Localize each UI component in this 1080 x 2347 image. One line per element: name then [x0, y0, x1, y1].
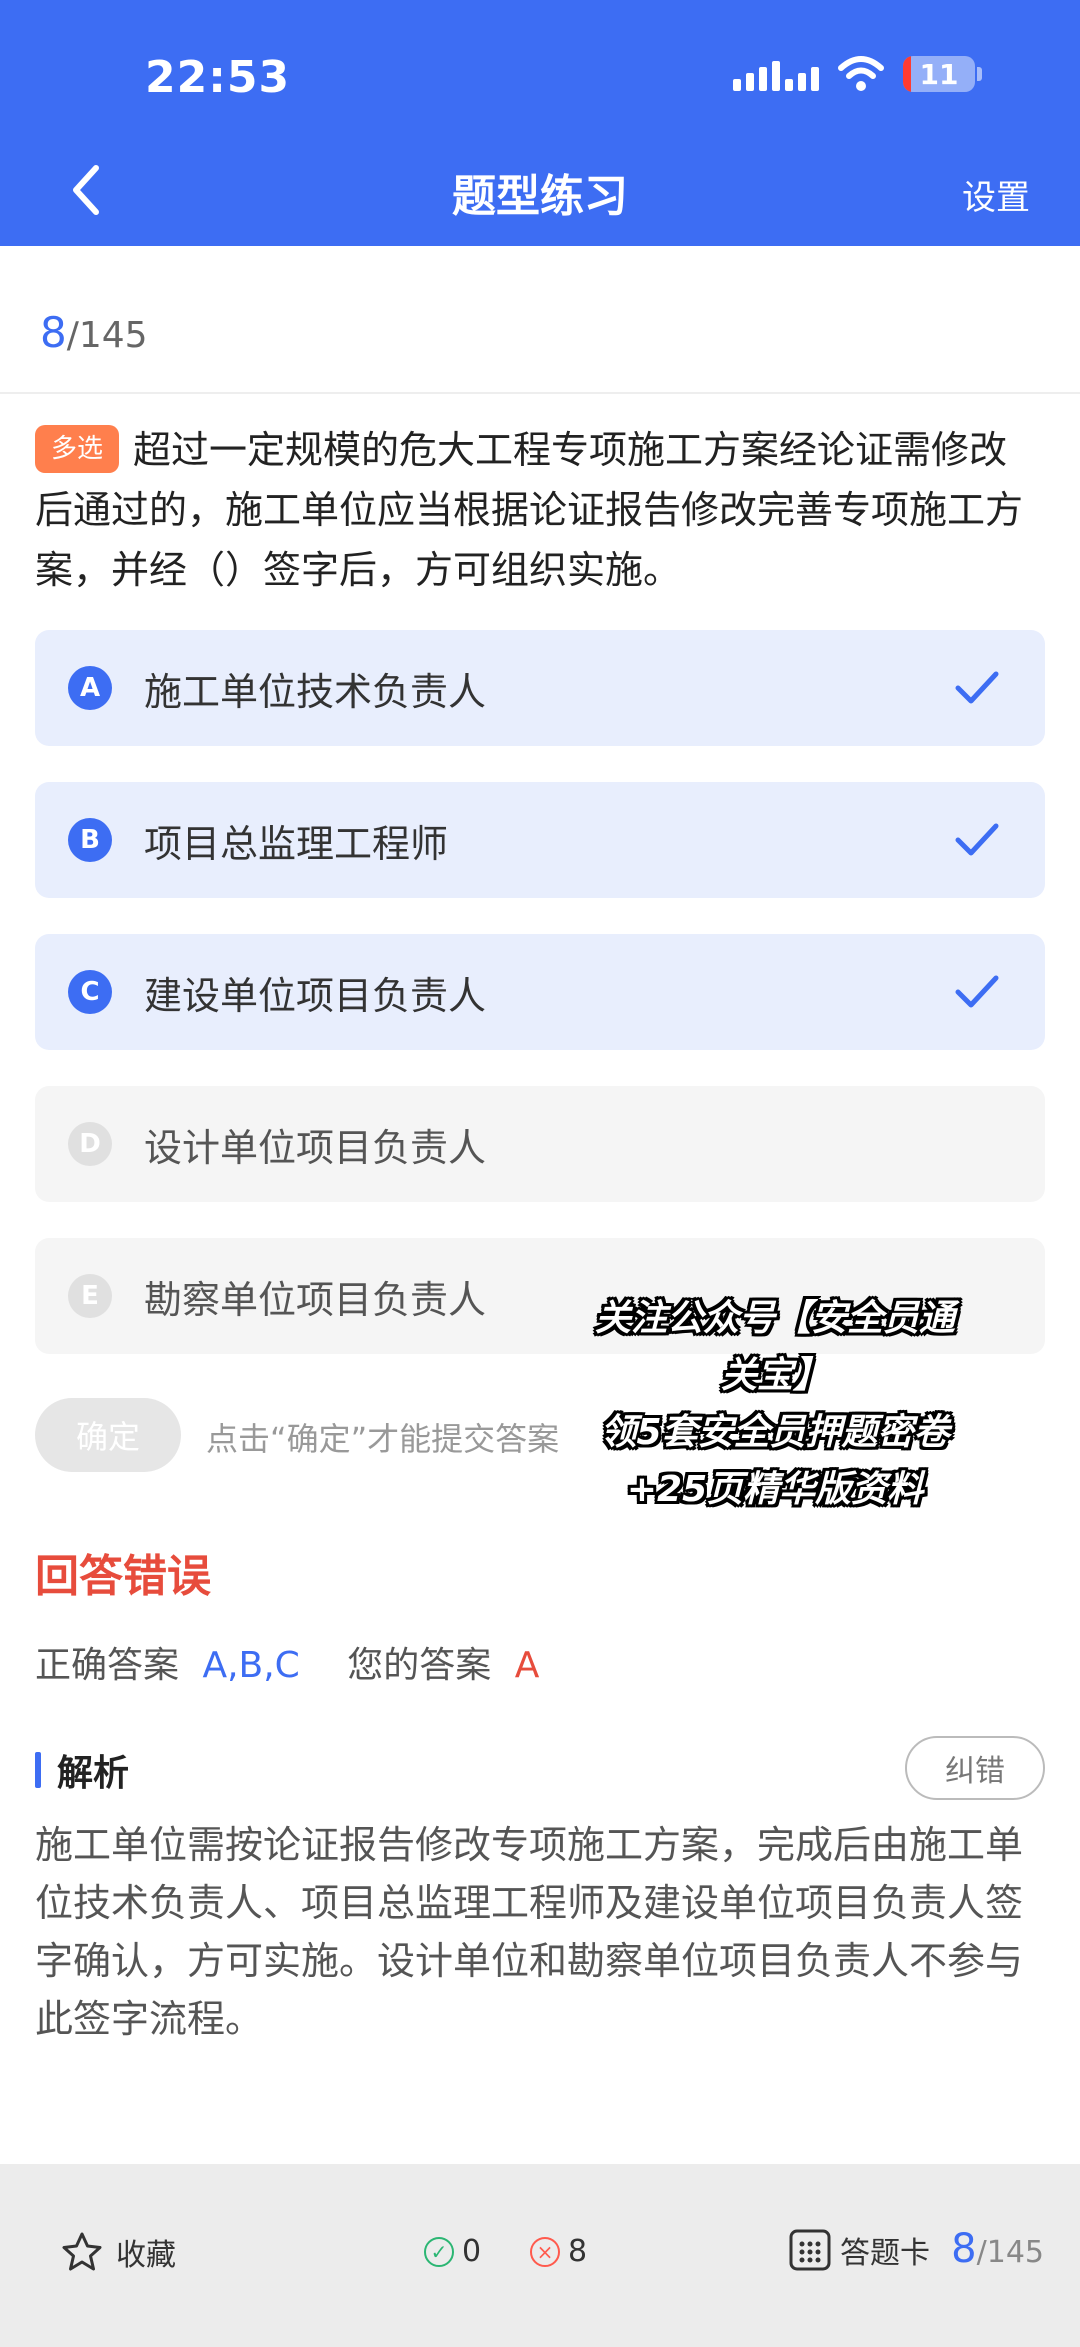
check-icon: [955, 671, 999, 704]
option-a[interactable]: A 施工单位技术负责人: [35, 630, 1045, 746]
option-b[interactable]: B 项目总监理工程师: [35, 782, 1045, 898]
bottom-progress: 8/145: [951, 2226, 1044, 2272]
option-letter: E: [68, 1274, 112, 1318]
x-circle-icon: ×: [530, 2236, 560, 2267]
analysis-header: 解析: [35, 1744, 129, 1796]
cellular-signal-icon: [733, 57, 819, 91]
option-label: 设计单位项目负责人: [144, 1125, 487, 1170]
correct-answer-label: 正确答案: [35, 1645, 180, 1686]
option-c[interactable]: C 建设单位项目负责人: [35, 934, 1045, 1050]
option-letter: A: [68, 666, 112, 710]
analysis-text: 施工单位需按论证报告修改专项施工方案，完成后由施工单位技术负责人、项目总监理工程…: [35, 1823, 1024, 2041]
promo-line: 领5套安全员押题密卷: [600, 1412, 950, 1453]
check-icon: [955, 823, 999, 856]
option-label: 勘察单位项目负责人: [144, 1277, 487, 1322]
bottom-progress-current: 8: [951, 2226, 977, 2272]
answer-card-label: 答题卡: [840, 2236, 930, 2271]
question-text: 超过一定规模的危大工程专项施工方案经论证需修改后通过的，施工单位应当根据论证报告…: [35, 428, 1024, 592]
wifi-icon: [838, 56, 884, 91]
option-letter: D: [68, 1122, 112, 1166]
confirm-button[interactable]: 确定: [35, 1398, 181, 1472]
bottom-progress-total: /145: [976, 2235, 1044, 2270]
status-icons: 11: [733, 56, 982, 92]
option-label: 建设单位项目负责人: [144, 973, 487, 1018]
question-progress: 8/145: [40, 308, 148, 357]
promo-overlay: 关注公众号【安全员通 关宝】 领5套安全员押题密卷 +25页精华版资料: [560, 1290, 990, 1518]
wrong-count-value: 8: [568, 2234, 588, 2269]
correct-answer-value: A,B,C: [202, 1645, 300, 1686]
result-title: 回答错误: [35, 1551, 211, 1602]
battery-tip: [977, 67, 982, 81]
progress-total: /145: [66, 315, 148, 356]
question-type-tag: 多选: [35, 425, 120, 473]
question-stem: 多选 超过一定规模的危大工程专项施工方案经论证需修改后通过的，施工单位应当根据论证…: [35, 420, 1045, 600]
promo-line: 关注公众号【安全员通: [594, 1298, 955, 1339]
battery-icon: 11: [903, 56, 975, 92]
favorite-button[interactable]: 收藏: [60, 2230, 176, 2274]
divider: [0, 392, 1080, 394]
correct-count: ✓ 0: [424, 2234, 481, 2269]
check-circle-icon: ✓: [424, 2236, 454, 2267]
battery-level: 11: [919, 57, 959, 91]
option-label: 施工单位技术负责人: [144, 669, 487, 714]
option-letter: B: [68, 818, 112, 862]
status-time: 22:53: [145, 52, 291, 103]
your-answer-label: 您的答案: [347, 1645, 492, 1686]
top-bar: 22:53 11 题型练习 设置: [0, 0, 1080, 246]
check-icon: [955, 975, 999, 1008]
option-letter: C: [68, 970, 112, 1014]
page-title: 题型练习: [452, 171, 628, 222]
option-label: 项目总监理工程师: [144, 821, 449, 866]
option-d[interactable]: D 设计单位项目负责人: [35, 1086, 1045, 1202]
answer-card-button[interactable]: 答题卡: [788, 2228, 930, 2272]
report-error-button[interactable]: 纠错: [905, 1736, 1045, 1800]
analysis-accent-bar: [35, 1752, 41, 1788]
progress-current: 8: [40, 308, 67, 357]
settings-button[interactable]: 设置: [962, 170, 1030, 219]
bottom-bar: 收藏 ✓ 0 × 8 答题卡 8/145: [0, 2164, 1080, 2347]
favorite-label: 收藏: [116, 2238, 176, 2273]
analysis-title: 解析: [57, 1753, 130, 1794]
promo-line: +25页精华版资料: [626, 1469, 924, 1510]
promo-line: 关宝】: [720, 1355, 829, 1396]
correct-count-value: 0: [462, 2234, 482, 2269]
confirm-hint: 点击“确定”才能提交答案: [206, 1420, 560, 1458]
your-answer-value: A: [514, 1645, 540, 1686]
answer-card-icon: [789, 2229, 831, 2271]
wrong-count: × 8: [530, 2234, 587, 2269]
answer-row: 正确答案 A,B,C 您的答案 A: [35, 1636, 539, 1688]
star-icon: [62, 2232, 102, 2271]
